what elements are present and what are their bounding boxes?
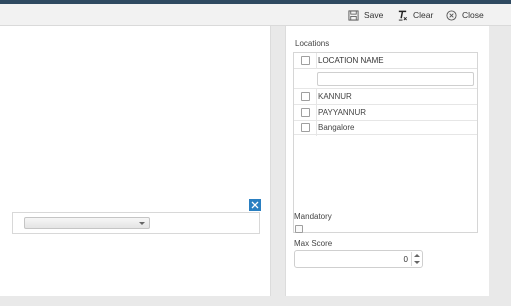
clear-label: Clear xyxy=(413,10,434,20)
toolbar: Save Clear Close xyxy=(0,4,511,26)
left-panel xyxy=(0,26,271,296)
chevron-down-icon xyxy=(139,222,145,225)
locations-title: Locations xyxy=(295,39,330,48)
mandatory-checkbox[interactable] xyxy=(295,225,303,233)
max-score-input[interactable]: 0 xyxy=(294,250,423,268)
close-button[interactable]: Close xyxy=(446,8,484,22)
save-label: Save xyxy=(364,10,384,20)
location-label: PAYYANNUR xyxy=(318,107,367,117)
location-name-header: LOCATION NAME xyxy=(318,56,384,65)
close-icon xyxy=(251,201,259,209)
column-divider xyxy=(316,121,317,136)
clear-button[interactable]: Clear xyxy=(397,8,433,22)
locations-list: LOCATION NAME KANNUR PAYYANNUR Bangalore xyxy=(293,52,478,233)
list-item[interactable]: KANNUR xyxy=(294,88,477,104)
dropdown-row xyxy=(12,212,260,234)
close-label: Close xyxy=(462,10,484,20)
location-label: Bangalore xyxy=(318,123,355,132)
list-item[interactable]: PAYYANNUR xyxy=(294,104,477,120)
clear-format-icon xyxy=(398,10,407,21)
row-checkbox[interactable] xyxy=(301,91,310,101)
mandatory-label: Mandatory xyxy=(294,212,332,221)
close-circle-icon xyxy=(446,9,457,21)
right-panel: Locations LOCATION NAME KANNUR PAYYANNUR… xyxy=(285,26,489,296)
save-button[interactable]: Save xyxy=(348,8,383,22)
bottom-strip xyxy=(0,296,511,306)
remove-button[interactable] xyxy=(249,199,261,211)
location-label: KANNUR xyxy=(318,91,352,101)
max-score-spinner xyxy=(411,252,421,266)
column-divider xyxy=(316,89,317,104)
row-checkbox[interactable] xyxy=(301,107,310,117)
increment-button[interactable] xyxy=(412,252,422,259)
locations-header: LOCATION NAME xyxy=(294,53,477,69)
save-icon xyxy=(348,9,359,21)
list-item[interactable]: Bangalore xyxy=(294,120,477,136)
location-filter-input[interactable] xyxy=(317,72,474,86)
column-divider xyxy=(316,53,317,69)
row-checkbox[interactable] xyxy=(301,123,310,132)
max-score-label: Max Score xyxy=(294,239,333,248)
decrement-button[interactable] xyxy=(412,259,422,266)
max-score-value: 0 xyxy=(403,255,408,264)
column-divider xyxy=(316,105,317,120)
select-all-checkbox[interactable] xyxy=(301,56,310,65)
dropdown-select[interactable] xyxy=(24,217,150,229)
